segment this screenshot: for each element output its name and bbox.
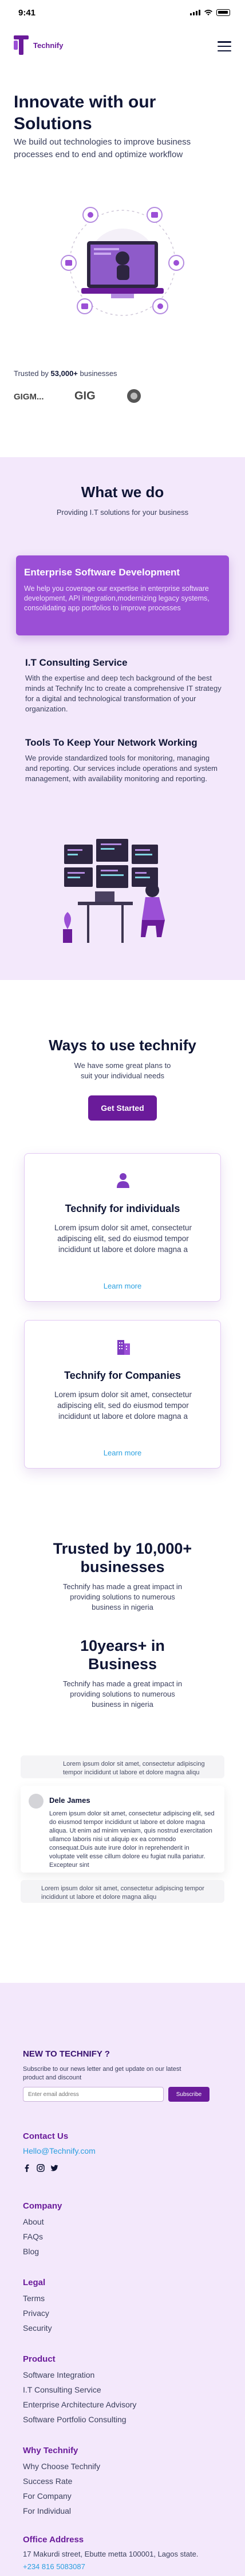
plan-body: Lorem ipsum dolor sit amet, consectetur …	[54, 1223, 192, 1254]
office-title: Office Address	[23, 2535, 84, 2545]
get-started-button[interactable]: Get Started	[88, 1095, 157, 1121]
menu-icon[interactable]	[218, 41, 231, 51]
product-title: Product	[23, 2354, 56, 2364]
service-card-enterprise[interactable]: Enterprise Software Development We help …	[16, 555, 229, 635]
testimonial-body: Lorem ipsum dolor sit amet, consectetur …	[49, 1810, 215, 1869]
service-title-tools: Tools To Keep Your Network Working	[25, 737, 197, 748]
footer-link-privacy[interactable]: Privacy	[23, 2309, 49, 2318]
hero-title: Innovate with our Solutions	[14, 93, 156, 133]
newsletter-title: NEW TO TECHNIFY ?	[23, 2049, 110, 2059]
plan-title: Technify for individuals	[65, 1203, 180, 1214]
ways-title: Ways to use technify	[49, 1037, 196, 1054]
battery-icon	[216, 9, 230, 16]
brand-name: Technify	[33, 41, 64, 50]
developer-illustration	[63, 839, 165, 943]
footer-link-success-rate[interactable]: Success Rate	[23, 2477, 72, 2486]
wifi-icon	[204, 10, 212, 15]
footer-link-security[interactable]: Security	[23, 2323, 52, 2333]
facebook-icon[interactable]	[23, 2164, 31, 2172]
contact-email-link[interactable]: Hello@Technify.com	[23, 2146, 96, 2155]
footer-link-enterprise-architecture[interactable]: Enterprise Architecture Advisory	[23, 2400, 136, 2409]
footer-link-for-company[interactable]: For Company	[23, 2491, 72, 2501]
stat-title-years: 10years+ in Business	[80, 1637, 165, 1673]
phone-link[interactable]: +234 816 5083087	[23, 2562, 85, 2571]
person-icon	[117, 1173, 129, 1188]
footer-link-software-integration[interactable]: Software Integration	[23, 2370, 94, 2379]
testimonial-snippet-top: Lorem ipsum dolor sit amet, consectetur …	[21, 1755, 224, 1778]
stat-title-trusted: Trusted by 10,000+ businesses	[53, 1540, 192, 1575]
avatar	[29, 1794, 44, 1809]
testimonial-snippet-bottom: Lorem ipsum dolor sit amet, consectetur …	[21, 1880, 224, 1903]
status-bar: 9:41	[0, 0, 245, 25]
service-desc-consulting: With the expertise and deep tech backgro…	[25, 674, 222, 713]
brand-logo-round	[127, 389, 141, 403]
status-time: 9:41	[18, 8, 36, 18]
brand-logo[interactable]: Technify	[14, 35, 64, 55]
service-title: Enterprise Software Development	[24, 567, 180, 578]
legal-title: Legal	[23, 2278, 46, 2287]
signal-icon	[190, 10, 200, 15]
status-icons	[190, 9, 230, 16]
plan-card-companies[interactable]: Technify for Companies Lorem ipsum dolor…	[24, 1320, 221, 1469]
newsletter-desc: Subscribe to our news letter and get upd…	[23, 2066, 181, 2081]
footer-link-why-choose[interactable]: Why Choose Technify	[23, 2462, 100, 2471]
brand-gigm: GIGM...	[14, 392, 44, 402]
footer-link-portfolio-consulting[interactable]: Software Portfolio Consulting	[23, 2415, 127, 2424]
testimonial-name: Dele James	[49, 1796, 90, 1805]
what-we-do-title: What we do	[81, 483, 164, 501]
stat-desc-trusted: Technify has made a great impact in prov…	[62, 1582, 183, 1611]
plan-title: Technify for Companies	[64, 1370, 181, 1381]
trusted-text: Trusted by 53,000+ businesses	[14, 369, 117, 378]
contact-title: Contact Us	[23, 2131, 69, 2141]
plan-card-individuals[interactable]: Technify for individuals Lorem ipsum dol…	[24, 1153, 221, 1302]
service-description: We help you coverage our expertise in en…	[24, 585, 210, 612]
footer-link-terms[interactable]: Terms	[23, 2294, 45, 2303]
footer-link-for-individual[interactable]: For Individual	[23, 2506, 71, 2515]
subscribe-button[interactable]: Subscribe	[168, 2087, 210, 2102]
instagram-icon[interactable]	[37, 2164, 45, 2172]
why-title: Why Technify	[23, 2446, 78, 2455]
what-we-do-subtitle: Providing I.T solutions for your busines…	[56, 508, 189, 517]
newsletter-email-input[interactable]	[23, 2087, 164, 2102]
twitter-icon[interactable]	[50, 2164, 58, 2172]
footer-link-faqs[interactable]: FAQs	[23, 2232, 43, 2241]
plan-body: Lorem ipsum dolor sit amet, consectetur …	[54, 1390, 192, 1421]
footer-link-about[interactable]: About	[23, 2217, 44, 2226]
brand-gig: GIG	[74, 390, 96, 402]
trusted-count: 53,000+	[50, 369, 78, 378]
service-desc-tools: We provide standardized tools for monito…	[25, 754, 218, 783]
hero-subtitle: We build out technologies to improve bus…	[14, 137, 191, 159]
service-title-consulting: I.T Consulting Service	[25, 657, 128, 668]
building-icon	[117, 1340, 130, 1355]
ways-subtitle: We have some great plans to suit your in…	[74, 1061, 171, 1080]
stat-desc-years: Technify has made a great impact in prov…	[62, 1679, 183, 1709]
learn-more-link[interactable]: Learn more	[25, 1282, 220, 1290]
office-address: 17 Makurdi street, Ebutte metta 100001, …	[23, 2550, 199, 2558]
hero-illustration	[61, 207, 184, 316]
testimonial-card: Dele James Lorem ipsum dolor sit amet, c…	[21, 1786, 224, 1873]
logo-icon	[14, 35, 29, 55]
footer-link-blog[interactable]: Blog	[23, 2247, 39, 2256]
learn-more-link[interactable]: Learn more	[25, 1449, 220, 1457]
company-title: Company	[23, 2201, 62, 2211]
footer-link-it-consulting[interactable]: I.T Consulting Service	[23, 2385, 101, 2394]
